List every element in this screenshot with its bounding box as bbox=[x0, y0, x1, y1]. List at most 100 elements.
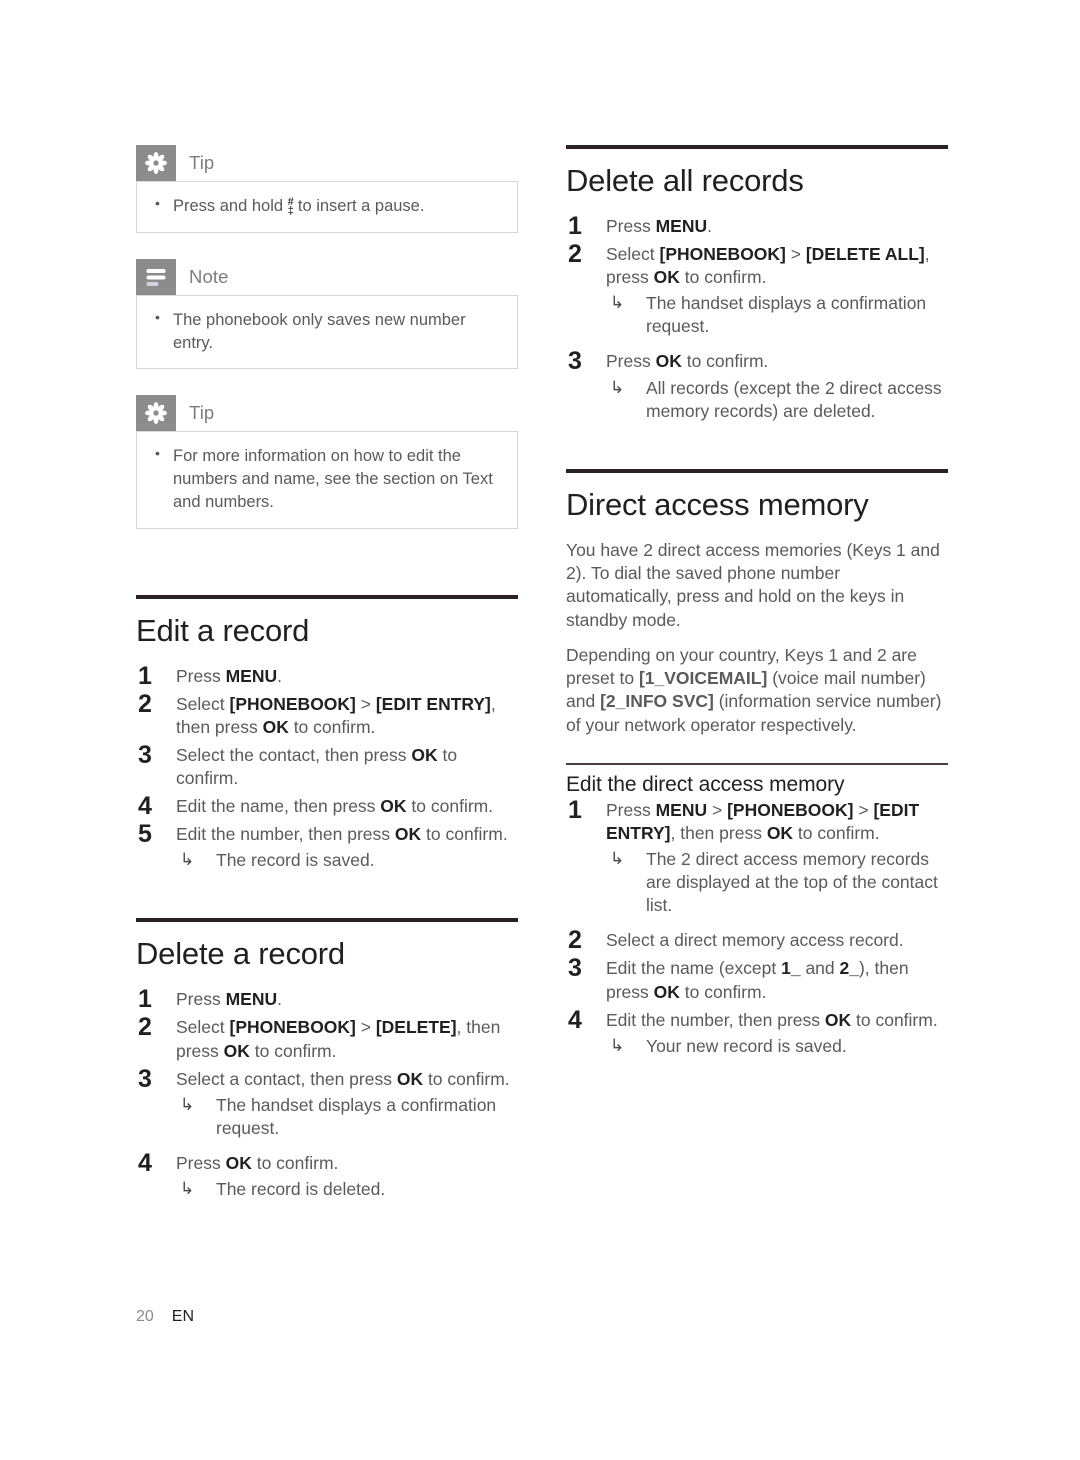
callout-title: Note bbox=[189, 265, 229, 287]
step-result: The record is deleted. bbox=[176, 1178, 518, 1201]
callout-header: Note bbox=[136, 258, 518, 295]
step-item: 2 Select [PHONEBOOK] > [EDIT ENTRY], then… bbox=[136, 690, 518, 739]
page-title-delete-all-records: Delete all records bbox=[566, 163, 804, 198]
callout-list-item: Press and hold #‡ to insert a pause. bbox=[153, 194, 501, 218]
step-text: Press MENU. bbox=[606, 216, 713, 236]
step-item: 1 Press MENU > [PHONEBOOK] > [EDIT ENTRY]… bbox=[566, 796, 948, 917]
body-paragraph: You have 2 direct access memories (Keys … bbox=[566, 539, 940, 630]
page-footer: 20 EN bbox=[136, 1308, 194, 1326]
step-text: Select a contact, then press OK to confi… bbox=[176, 1068, 510, 1089]
step-item: 1 Press MENU. bbox=[136, 985, 518, 1013]
step-item: 3 Edit the name (except 1_ and 2_), then … bbox=[566, 954, 948, 1003]
step-text: Edit the number, then press OK to confir… bbox=[606, 1009, 938, 1030]
body-paragraph: Depending on your country, Keys 1 and 2 … bbox=[566, 644, 942, 735]
step-item: 4 Edit the name, then press OK to confirm… bbox=[136, 792, 518, 820]
step-text: Select a direct memory access record. bbox=[606, 930, 904, 951]
steps-edit-direct-access-memory: 1 Press MENU > [PHONEBOOK] > [EDIT ENTRY]… bbox=[566, 796, 948, 1058]
step-text: Select [PHONEBOOK] > [EDIT ENTRY], then … bbox=[176, 693, 496, 737]
steps-delete-all-records: 1 Press MENU. 2 Select [PHONEBOOK] > [DELE… bbox=[566, 212, 948, 423]
step-text: Press MENU. bbox=[176, 665, 283, 686]
section-rule bbox=[566, 468, 948, 473]
callout-body: The phonebook only saves new number entr… bbox=[136, 294, 518, 370]
page-title-direct-access-memory: Direct access memory bbox=[566, 486, 869, 522]
callout-note-phonebook: Note The phonebook only saves new number… bbox=[136, 258, 518, 370]
step-number: 3 bbox=[568, 954, 582, 983]
left-column: Tip Press and hold #‡ to insert a pause. bbox=[136, 145, 518, 1207]
section-rule bbox=[566, 145, 948, 149]
step-number: 4 bbox=[138, 792, 152, 821]
subsection-edit-direct-access-memory: Edit the direct access memory 1 Press MEN… bbox=[566, 762, 948, 1058]
step-item: 4 Edit the number, then press OK to confi… bbox=[566, 1006, 948, 1058]
note-lines-icon bbox=[136, 258, 176, 295]
section-edit-a-record: Edit a record 1 Press MENU. 2 Select [PHON… bbox=[136, 594, 518, 873]
step-item: 1 Press MENU. bbox=[136, 662, 518, 690]
step-item: 3 Press OK to confirm. All records (excep… bbox=[566, 347, 948, 423]
callout-header: Tip bbox=[136, 145, 518, 181]
section-rule bbox=[136, 918, 518, 923]
step-item: 2 Select [PHONEBOOK] > [DELETE ALL], pres… bbox=[566, 240, 948, 338]
step-item: 3 Select a contact, then press OK to conf… bbox=[136, 1065, 518, 1140]
step-text: Edit the name (except 1_ and 2_), then p… bbox=[606, 958, 909, 1002]
right-column: Delete all records 1 Press MENU. 2 Select … bbox=[566, 145, 948, 1064]
step-number: 3 bbox=[138, 1064, 152, 1093]
step-number: 2 bbox=[568, 240, 582, 269]
step-number: 3 bbox=[568, 347, 582, 376]
callout-body: Press and hold #‡ to insert a pause. bbox=[136, 181, 518, 233]
callout-tip-edit-info: Tip For more information on how to edit … bbox=[136, 395, 518, 529]
step-item: 5 Edit the number, then press OK to confi… bbox=[136, 820, 518, 872]
callout-title: Tip bbox=[189, 402, 215, 424]
step-result: The handset displays a confirmation requ… bbox=[176, 1094, 518, 1140]
step-number: 2 bbox=[138, 1013, 152, 1042]
step-item: 3 Select the contact, then press OK to co… bbox=[136, 741, 518, 790]
steps-delete-a-record: 1 Press MENU. 2 Select [PHONEBOOK] > [DELE… bbox=[136, 985, 518, 1201]
step-result: Your new record is saved. bbox=[606, 1035, 948, 1058]
step-result: All records (except the 2 direct access … bbox=[606, 377, 948, 423]
step-number: 4 bbox=[138, 1148, 152, 1177]
subsection-title: Edit the direct access memory bbox=[566, 772, 845, 796]
page-title-delete-a-record: Delete a record bbox=[136, 936, 345, 972]
page-title-edit-a-record: Edit a record bbox=[136, 612, 310, 648]
step-number: 1 bbox=[568, 795, 582, 824]
step-text: Edit the number, then press OK to confir… bbox=[176, 824, 508, 845]
step-text: Select the contact, then press OK to con… bbox=[176, 744, 458, 788]
step-text: Select [PHONEBOOK] > [DELETE ALL], press… bbox=[606, 244, 930, 288]
subsection-rule bbox=[566, 762, 948, 765]
tip-asterisk-icon bbox=[136, 395, 176, 432]
step-item: 1 Press MENU. bbox=[566, 212, 948, 240]
step-text: Edit the name, then press OK to confirm. bbox=[176, 796, 494, 817]
section-rule bbox=[136, 594, 518, 599]
step-number: 1 bbox=[138, 661, 152, 690]
callout-list-item: For more information on how to edit the … bbox=[153, 444, 501, 513]
step-text: Press MENU > [PHONEBOOK] > [EDIT ENTRY],… bbox=[606, 799, 920, 843]
step-text: Select [PHONEBOOK] > [DELETE], then pres… bbox=[176, 1017, 501, 1061]
page-number: 20 bbox=[136, 1308, 154, 1325]
step-text: Press OK to confirm. bbox=[176, 1152, 339, 1173]
section-direct-access-memory: Direct access memory You have 2 direct a… bbox=[566, 468, 948, 737]
step-item: 2 Select a direct memory access record. bbox=[566, 926, 948, 954]
step-text: Press OK to confirm. bbox=[606, 351, 769, 372]
callout-body: For more information on how to edit the … bbox=[136, 431, 518, 529]
step-result: The handset displays a confirmation requ… bbox=[606, 292, 948, 338]
step-result: The 2 direct access memory records are d… bbox=[606, 848, 948, 917]
step-number: 2 bbox=[138, 689, 152, 718]
step-number: 3 bbox=[138, 740, 152, 769]
section-delete-all-records: Delete all records 1 Press MENU. 2 Select … bbox=[566, 145, 948, 423]
manual-page: Tip Press and hold #‡ to insert a pause. bbox=[0, 0, 1080, 1460]
page-language: EN bbox=[171, 1308, 195, 1325]
step-text: Press MENU. bbox=[176, 989, 283, 1010]
callout-header: Tip bbox=[136, 395, 518, 432]
step-number: 2 bbox=[568, 926, 582, 955]
step-number: 4 bbox=[568, 1005, 582, 1034]
step-number: 5 bbox=[138, 820, 152, 849]
steps-edit-a-record: 1 Press MENU. 2 Select [PHONEBOOK] > [EDIT… bbox=[136, 662, 518, 873]
callout-title: Tip bbox=[189, 152, 215, 173]
callout-text-pre: Press and hold bbox=[173, 197, 288, 215]
step-number: 1 bbox=[568, 212, 582, 240]
callout-list-item: The phonebook only saves new number entr… bbox=[153, 308, 501, 355]
callout-text-post: to insert a pause. bbox=[293, 197, 425, 215]
step-result: The record is saved. bbox=[176, 849, 518, 872]
